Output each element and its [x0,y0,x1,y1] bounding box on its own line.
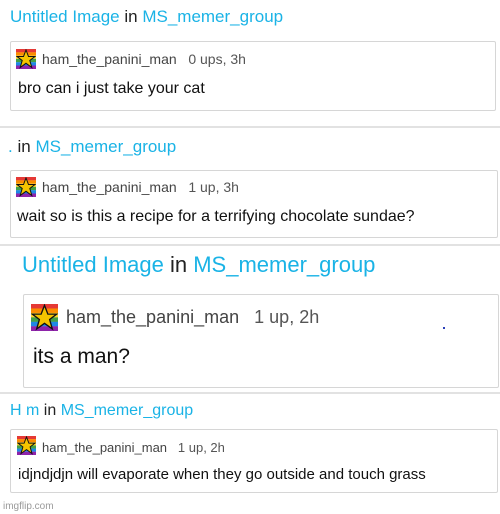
thread-3-heading: Untitled Image in MS_memer_group [22,252,375,278]
comment-stats: 1 up, 2h [254,307,320,327]
group-link[interactable]: MS_memer_group [142,7,283,26]
comment-card-1: ham_the_panini_man 0 ups, 3h bro can i j… [10,41,496,111]
username-link[interactable]: ham_the_panini_man [42,440,167,455]
thread-separator [0,244,500,246]
in-label: in [124,7,138,26]
comment-card-3: ham_the_panini_man 1 up, 2h its a man? [23,294,499,388]
post-title-link[interactable]: Untitled Image [22,252,164,277]
post-title-link[interactable]: Untitled Image [10,7,120,26]
username-link[interactable]: ham_the_panini_man [42,179,177,195]
thread-separator [0,126,500,128]
comment-meta: ham_the_panini_man 1 up, 3h [42,179,239,195]
comment-stats: 1 up, 2h [177,440,225,455]
comment-text: wait so is this a recipe for a terrifyin… [17,208,415,225]
comment-stats: 0 ups, 3h [188,51,246,67]
comment-text: bro can i just take your cat [18,80,205,97]
comment-stats: 1 up, 3h [188,179,239,195]
in-label: in [43,402,57,419]
thread-separator [0,392,500,394]
cursor-dot [443,327,445,329]
group-link[interactable]: MS_memer_group [61,402,194,419]
comment-text: its a man? [33,345,130,368]
comment-meta: ham_the_panini_man 0 ups, 3h [42,51,246,67]
in-label: in [17,137,31,156]
thread-4-heading: H m in MS_memer_group [10,402,193,420]
post-title-link[interactable]: . [8,137,13,156]
in-label: in [169,252,188,277]
comment-meta: ham_the_panini_man 1 up, 2h [66,307,319,328]
username-link[interactable]: ham_the_panini_man [42,51,177,67]
comment-meta: ham_the_panini_man 1 up, 2h [42,440,225,455]
rainbow-star-icon[interactable] [17,436,36,455]
thread-2-heading: . in MS_memer_group [8,137,176,157]
post-title-link[interactable]: H m [10,402,39,419]
rainbow-star-icon[interactable] [16,177,36,197]
comment-text: idjndjdjn will evaporate when they go ou… [18,466,426,483]
username-link[interactable]: ham_the_panini_man [66,307,239,327]
imgflip-watermark: imgflip.com [3,501,54,512]
thread-1-heading: Untitled Image in MS_memer_group [10,7,283,27]
rainbow-star-icon[interactable] [31,304,58,331]
comment-card-4: ham_the_panini_man 1 up, 2h idjndjdjn wi… [10,429,498,493]
group-link[interactable]: MS_memer_group [193,252,375,277]
group-link[interactable]: MS_memer_group [35,137,176,156]
rainbow-star-icon[interactable] [16,49,36,69]
comment-card-2: ham_the_panini_man 1 up, 3h wait so is t… [10,170,498,238]
